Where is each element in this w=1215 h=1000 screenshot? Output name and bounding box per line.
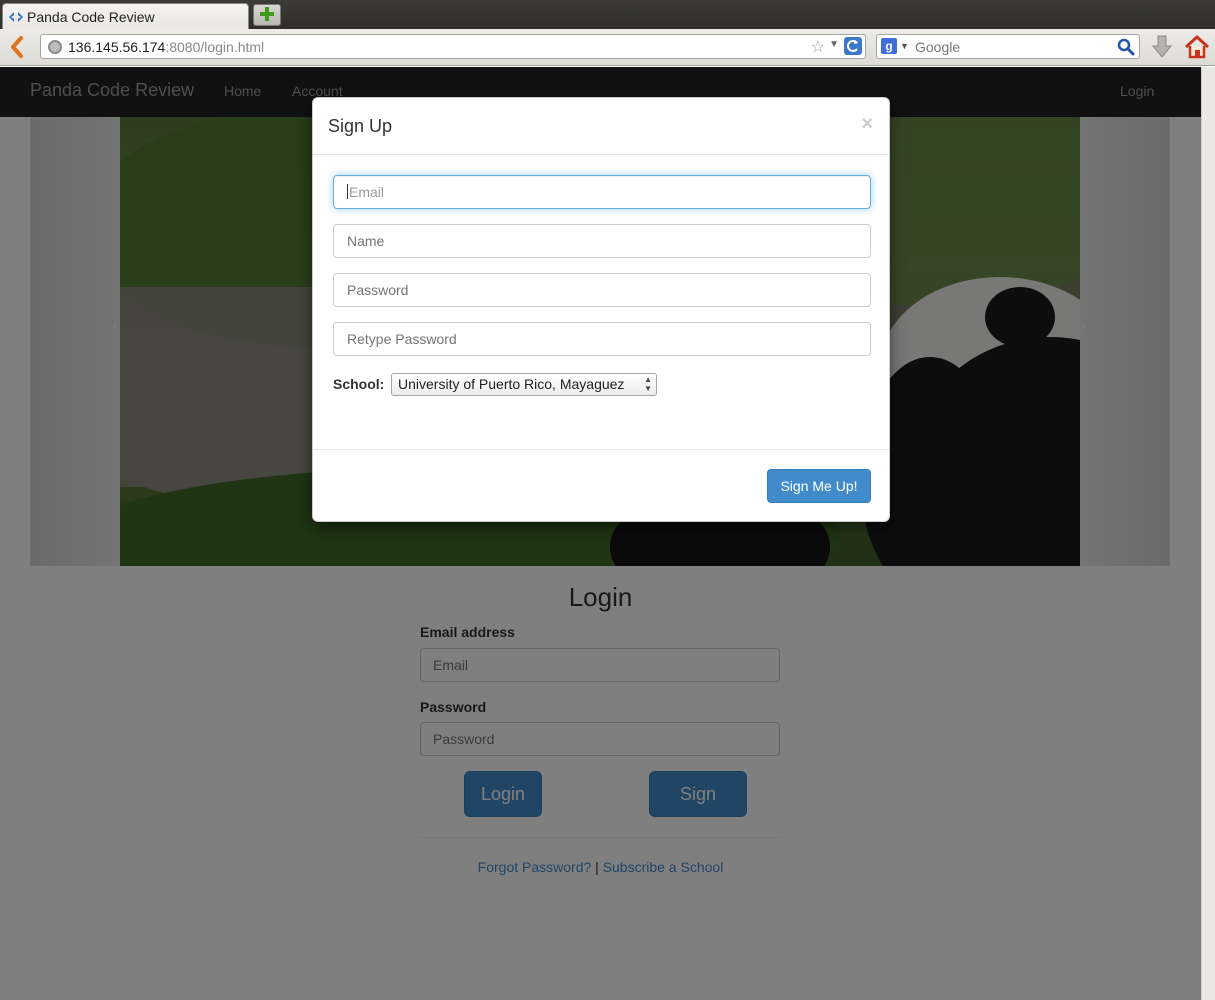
signup-retype-password-input[interactable] [333, 322, 871, 356]
browser-toolbar: 136.145.56.174:8080/login.html ☆ ▼ g ▼ G… [0, 29, 1215, 66]
close-icon[interactable]: × [861, 113, 873, 136]
tab-title: Panda Code Review [27, 9, 155, 25]
back-arrow-icon[interactable] [6, 35, 30, 59]
text-caret [347, 184, 348, 199]
modal-footer-divider [313, 449, 889, 450]
bookmark-star-icon[interactable]: ☆ [811, 37, 825, 57]
globe-icon [48, 40, 62, 54]
browser-tab[interactable]: Panda Code Review [2, 3, 249, 29]
select-updown-icon: ▲ ▼ [644, 375, 652, 393]
download-arrow-icon[interactable] [1150, 34, 1174, 60]
vertical-scrollbar[interactable] [1201, 67, 1215, 1000]
school-select[interactable]: University of Puerto Rico, Mayaguez ▲ ▼ [391, 373, 657, 396]
signup-password-input[interactable] [333, 273, 871, 307]
browser-tab-strip: Panda Code Review [0, 0, 1215, 29]
url-host: 136.145.56.174 [68, 39, 166, 55]
page-viewport: Panda Code Review Home Account Login ‹ › [0, 67, 1201, 1000]
search-icon[interactable] [1117, 38, 1135, 56]
modal-title: Sign Up [328, 116, 393, 136]
signup-email-placeholder: Email [349, 184, 385, 200]
reload-icon[interactable] [844, 37, 862, 55]
school-label: School: [333, 376, 385, 392]
school-select-value: University of Puerto Rico, Mayaguez [398, 376, 625, 392]
address-bar[interactable]: 136.145.56.174:8080/login.html ☆ ▼ [40, 34, 866, 59]
url-path: :8080/login.html [165, 39, 265, 55]
search-bar[interactable]: g ▼ Google [876, 34, 1140, 59]
google-engine-icon[interactable]: g [881, 38, 897, 54]
site-favicon-icon [9, 12, 23, 22]
engine-dropdown-icon[interactable]: ▼ [900, 41, 909, 51]
url-dropdown-icon[interactable]: ▼ [829, 39, 839, 50]
plus-icon [260, 7, 274, 21]
new-tab-button[interactable] [253, 4, 281, 26]
sign-me-up-button[interactable]: Sign Me Up! [767, 469, 871, 503]
signup-name-input[interactable] [333, 224, 871, 258]
modal-header: Sign Up × [313, 98, 889, 155]
sign-up-modal: Sign Up × Email School: University of Pu… [312, 97, 890, 522]
home-icon[interactable] [1184, 34, 1210, 60]
search-placeholder: Google [915, 39, 961, 55]
signup-email-input[interactable]: Email [333, 175, 871, 209]
